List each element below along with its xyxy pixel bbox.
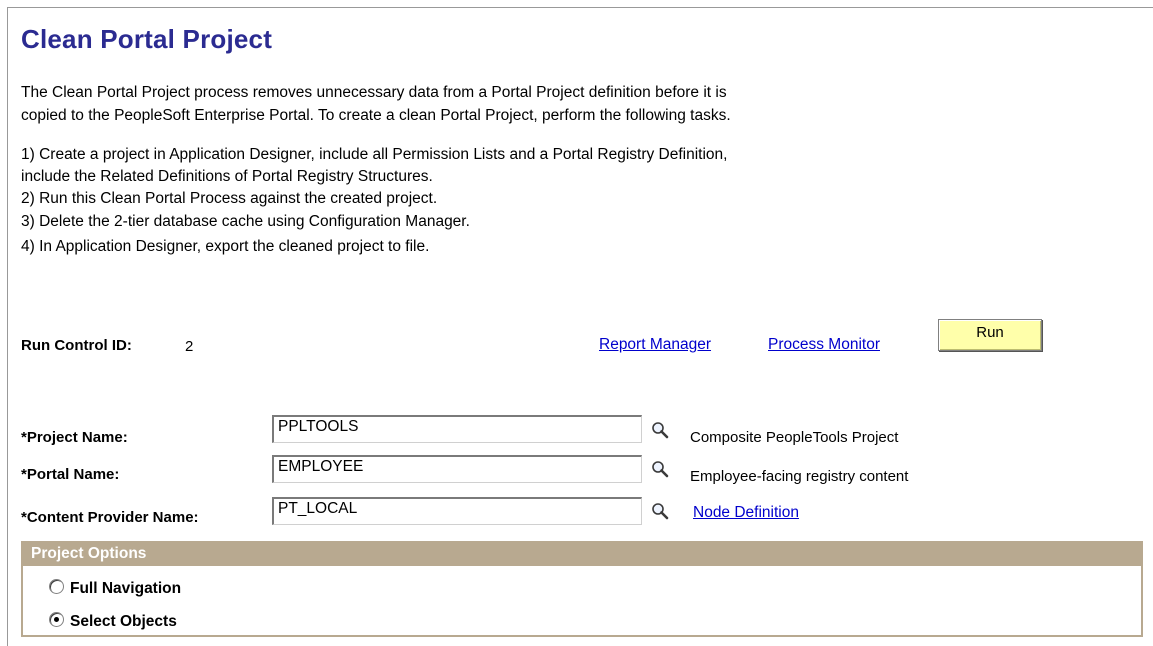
project-options-group: Project Options Full Navigation Select O… bbox=[21, 541, 1143, 637]
step-3: 3) Delete the 2-tier database cache usin… bbox=[21, 213, 470, 230]
run-control-value: 2 bbox=[185, 338, 194, 355]
select-objects-radio[interactable] bbox=[49, 612, 64, 628]
content-provider-label: *Content Provider Name: bbox=[21, 509, 199, 526]
select-objects-option[interactable]: Select Objects bbox=[49, 612, 177, 631]
step-4: 4) In Application Designer, export the c… bbox=[21, 238, 430, 255]
run-control-label: Run Control ID: bbox=[21, 337, 132, 354]
portal-name-label: *Portal Name: bbox=[21, 466, 120, 483]
portal-name-input[interactable] bbox=[272, 455, 642, 483]
report-manager-link[interactable]: Report Manager bbox=[599, 336, 711, 354]
portal-name-lookup-icon[interactable] bbox=[651, 460, 669, 478]
step-1: 1) Create a project in Application Desig… bbox=[21, 146, 728, 163]
project-name-description: Composite PeopleTools Project bbox=[690, 429, 899, 446]
project-name-label: *Project Name: bbox=[21, 429, 128, 446]
content-provider-input[interactable] bbox=[272, 497, 642, 525]
step-2: 2) Run this Clean Portal Process against… bbox=[21, 190, 438, 207]
node-definition-link[interactable]: Node Definition bbox=[693, 504, 799, 522]
project-name-lookup-icon[interactable] bbox=[651, 421, 669, 439]
page-title: Clean Portal Project bbox=[21, 24, 273, 54]
portal-name-description: Employee-facing registry content bbox=[690, 468, 909, 485]
step-1-continued: include the Related Definitions of Porta… bbox=[21, 168, 433, 185]
select-objects-label: Select Objects bbox=[70, 613, 177, 630]
full-navigation-radio[interactable] bbox=[49, 579, 64, 595]
project-name-input[interactable] bbox=[272, 415, 642, 443]
process-monitor-link[interactable]: Process Monitor bbox=[768, 336, 880, 354]
content-provider-lookup-icon[interactable] bbox=[651, 502, 669, 520]
intro-line-1: The Clean Portal Project process removes… bbox=[21, 84, 727, 101]
full-navigation-option[interactable]: Full Navigation bbox=[49, 579, 182, 598]
run-button[interactable]: Run bbox=[938, 319, 1042, 351]
intro-line-2: copied to the PeopleSoft Enterprise Port… bbox=[21, 107, 731, 124]
full-navigation-label: Full Navigation bbox=[70, 580, 182, 597]
project-options-header: Project Options bbox=[23, 543, 1141, 566]
